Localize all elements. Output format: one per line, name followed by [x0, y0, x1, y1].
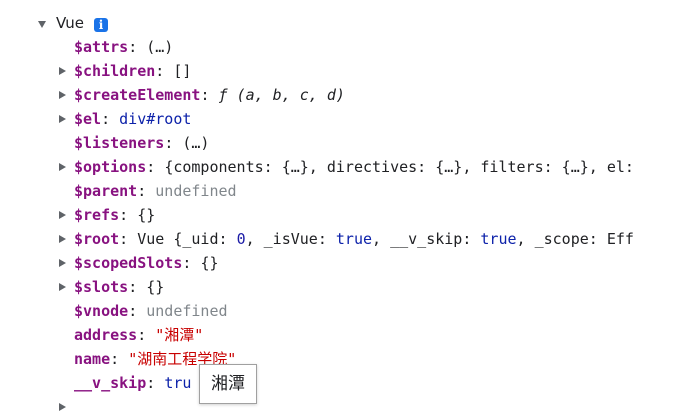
property-value: {} [146, 278, 165, 296]
root-label: Vue [56, 14, 84, 32]
property-value: [] [173, 62, 192, 80]
property-key: address [74, 326, 138, 344]
function-params: (a, b, c, d) [227, 86, 345, 104]
expand-arrow-icon[interactable] [59, 211, 66, 219]
element-value[interactable]: div#root [119, 110, 191, 128]
string-value[interactable]: "湘潭" [155, 326, 203, 344]
expand-arrow-icon[interactable] [59, 67, 66, 75]
expand-arrow-icon[interactable] [59, 163, 66, 171]
property-value: {} [200, 254, 219, 272]
property-key: $listeners [74, 134, 165, 152]
tree-row-address[interactable]: address: "湘潭" [74, 323, 203, 347]
lazy-getter-value[interactable]: (…) [146, 38, 173, 56]
property-key: $root [74, 230, 120, 248]
property-value: undefined [155, 182, 237, 200]
property-key: name [74, 350, 111, 368]
expand-arrow-icon[interactable] [59, 115, 66, 123]
property-value: {} [137, 206, 156, 224]
expand-arrow-icon[interactable] [59, 283, 66, 291]
tree-row-v-skip[interactable]: __v_skip: tru [74, 371, 191, 395]
expand-arrow-icon[interactable] [59, 403, 66, 411]
uid-value: 0 [236, 230, 246, 248]
tree-row-parent[interactable]: $parent: undefined [74, 179, 237, 203]
property-key: $attrs [74, 38, 129, 56]
expand-arrow-icon[interactable] [38, 21, 46, 28]
property-key: $refs [74, 206, 120, 224]
property-key: $options [74, 158, 147, 176]
property-key: $slots [74, 278, 129, 296]
property-key: $createElement [74, 86, 201, 104]
property-key: $vnode [74, 302, 129, 320]
object-tree: Vue i $attrs: (…) $children: [] $createE… [0, 0, 684, 411]
lazy-getter-value[interactable]: (…) [182, 134, 209, 152]
tree-row-attrs[interactable]: $attrs: (…) [74, 35, 173, 59]
tree-row-vnode[interactable]: $vnode: undefined [74, 299, 228, 323]
info-icon[interactable]: i [94, 18, 108, 32]
property-key: $scopedSlots [74, 254, 183, 272]
property-key: $parent [74, 182, 138, 200]
expand-arrow-icon[interactable] [59, 91, 66, 99]
hover-tooltip: 湘潭 [199, 364, 257, 404]
isvue-value: true [335, 230, 373, 248]
boolean-value: tru [164, 374, 192, 392]
tree-row-listeners[interactable]: $listeners: (…) [74, 131, 209, 155]
property-key: $el [74, 110, 102, 128]
property-value: {components: {…}, directives: {…}, filte… [164, 158, 634, 176]
expand-arrow-icon[interactable] [59, 235, 66, 243]
property-key: $children [74, 62, 156, 80]
property-value: undefined [146, 302, 228, 320]
expand-arrow-icon[interactable] [59, 259, 66, 267]
function-glyph: ƒ [218, 86, 228, 104]
property-key: __v_skip [74, 374, 147, 392]
vskip-value: true [480, 230, 517, 248]
